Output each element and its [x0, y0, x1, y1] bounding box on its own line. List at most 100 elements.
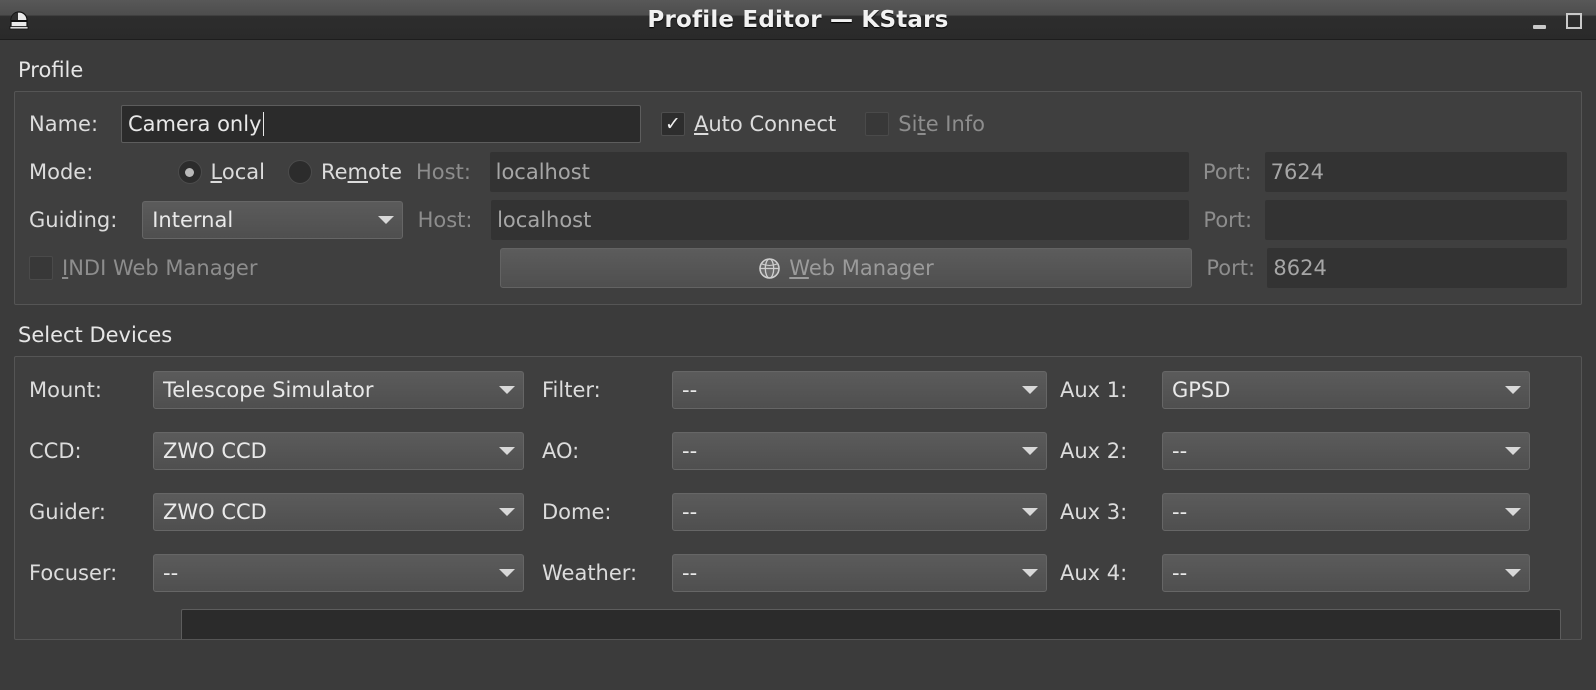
profile-name-value: Camera only [128, 112, 262, 136]
mode-port-label: Port: [1202, 160, 1252, 184]
guiding-host-input[interactable]: localhost [491, 200, 1190, 240]
text-caret [262, 112, 264, 136]
window-controls [1533, 0, 1582, 40]
dome-combo[interactable]: -- [672, 492, 1047, 531]
mode-remote-radio[interactable]: Remote [287, 160, 403, 184]
chevron-down-icon [1022, 507, 1038, 516]
chevron-down-icon [1505, 446, 1521, 455]
ao-combo[interactable]: -- [672, 431, 1047, 470]
table-row: Focuser: -- Weather: -- Aux 4: -- [29, 542, 1567, 603]
window-title: Profile Editor — KStars [647, 6, 949, 33]
chevron-down-icon [1505, 507, 1521, 516]
guiding-label: Guiding: [29, 208, 118, 232]
ccd-combo-value: ZWO CCD [163, 438, 267, 463]
site-info-checkbox-box [865, 112, 890, 136]
wm-port-label: Port: [1206, 256, 1256, 280]
guider-label: Guider: [29, 499, 107, 524]
guiding-host-label: Host: [417, 208, 473, 232]
guiding-port-label: Port: [1203, 208, 1253, 232]
indi-web-manager-label: INDI Web Manager [62, 256, 258, 280]
aux2-label: Aux 2: [1060, 438, 1128, 463]
aux3-label: Aux 3: [1060, 499, 1128, 524]
auto-connect-checkbox[interactable]: ✓ Auto Connect [661, 112, 836, 136]
aux4-combo-value: -- [1172, 560, 1188, 585]
web-manager-button[interactable]: Web Manager [499, 248, 1193, 288]
chevron-down-icon [499, 446, 515, 455]
mode-host-input[interactable]: localhost [489, 152, 1189, 192]
weather-combo[interactable]: -- [672, 553, 1047, 592]
ccd-label: CCD: [29, 438, 82, 463]
aux3-combo[interactable]: -- [1162, 492, 1530, 531]
chevron-down-icon [1022, 385, 1038, 394]
mode-label: Mode: [29, 160, 94, 184]
remote-drivers-input[interactable] [181, 609, 1561, 639]
observatory-dome-icon [5, 5, 33, 33]
profile-webmanager-row: INDI Web Manager Web Manager Port: 8624 [29, 244, 1567, 292]
chevron-down-icon [1022, 446, 1038, 455]
table-row: Guider: ZWO CCD Dome: -- Aux 3: -- [29, 481, 1567, 542]
dialog-body: Profile Name: Camera only ✓ Auto Connect… [0, 40, 1596, 690]
mode-remote-label: Remote [320, 160, 403, 184]
chevron-down-icon [1022, 568, 1038, 577]
focuser-combo[interactable]: -- [153, 553, 524, 592]
dome-combo-value: -- [682, 499, 698, 524]
mode-host-label: Host: [416, 160, 471, 184]
devices-group-box: Mount: Telescope Simulator Filter: -- Au… [14, 356, 1582, 640]
window-titlebar[interactable]: Profile Editor — KStars [0, 0, 1596, 40]
aux1-label: Aux 1: [1060, 377, 1128, 402]
aux4-combo[interactable]: -- [1162, 553, 1530, 592]
mode-local-radio-circle [177, 160, 202, 184]
mode-local-radio[interactable]: Local [177, 160, 265, 184]
filter-combo[interactable]: -- [672, 370, 1047, 409]
mount-combo[interactable]: Telescope Simulator [153, 370, 524, 409]
guider-combo-value: ZWO CCD [163, 499, 267, 524]
aux1-combo-value: GPSD [1172, 377, 1231, 402]
ccd-combo[interactable]: ZWO CCD [153, 431, 524, 470]
mount-combo-value: Telescope Simulator [163, 377, 374, 402]
weather-label: Weather: [542, 560, 638, 585]
table-row: Mount: Telescope Simulator Filter: -- Au… [29, 359, 1567, 420]
chevron-down-icon [499, 568, 515, 577]
profile-name-input[interactable]: Camera only [121, 105, 641, 143]
chevron-down-icon [499, 385, 515, 394]
ao-label: AO: [542, 438, 580, 463]
web-manager-button-label: Web Manager [789, 256, 934, 280]
devices-section-title: Select Devices [18, 323, 173, 347]
auto-connect-checkbox-box: ✓ [661, 112, 685, 136]
name-label: Name: [29, 112, 99, 136]
table-row: CCD: ZWO CCD AO: -- Aux 2: -- [29, 420, 1567, 481]
profile-group-box: Name: Camera only ✓ Auto Connect Site In… [14, 91, 1582, 305]
aux3-combo-value: -- [1172, 499, 1188, 524]
chevron-down-icon [499, 507, 515, 516]
guider-combo[interactable]: ZWO CCD [153, 492, 524, 531]
indi-web-manager-checkbox-box [29, 256, 53, 280]
globe-icon [758, 257, 781, 280]
profile-name-row: Name: Camera only ✓ Auto Connect Site In… [29, 100, 1567, 148]
profile-section-title: Profile [18, 58, 84, 82]
filter-combo-value: -- [682, 377, 698, 402]
maximize-button[interactable] [1566, 13, 1582, 29]
focuser-label: Focuser: [29, 560, 118, 585]
minimize-button[interactable] [1533, 25, 1546, 29]
chevron-down-icon [1505, 568, 1521, 577]
aux2-combo[interactable]: -- [1162, 431, 1530, 470]
filter-label: Filter: [542, 377, 601, 402]
mode-local-label: Local [210, 160, 265, 184]
weather-combo-value: -- [682, 560, 698, 585]
auto-connect-label: Auto Connect [694, 112, 837, 136]
profile-mode-row: Mode: Local Remote Host: localhost Port:… [29, 148, 1567, 196]
aux1-combo[interactable]: GPSD [1162, 370, 1530, 409]
ao-combo-value: -- [682, 438, 698, 463]
site-info-checkbox: Site Info [865, 112, 985, 136]
aux2-combo-value: -- [1172, 438, 1188, 463]
chevron-down-icon [1505, 385, 1521, 394]
mode-port-input[interactable]: 7624 [1264, 152, 1567, 192]
mode-remote-radio-circle [287, 160, 312, 184]
chevron-down-icon [377, 216, 394, 224]
dome-label: Dome: [542, 499, 612, 524]
guiding-port-input[interactable] [1264, 200, 1567, 240]
wm-port-input[interactable]: 8624 [1267, 248, 1567, 288]
profile-guiding-row: Guiding: Internal Host: localhost Port: [29, 196, 1567, 244]
guiding-combo-value: Internal [152, 208, 234, 232]
guiding-combo[interactable]: Internal [142, 201, 403, 239]
